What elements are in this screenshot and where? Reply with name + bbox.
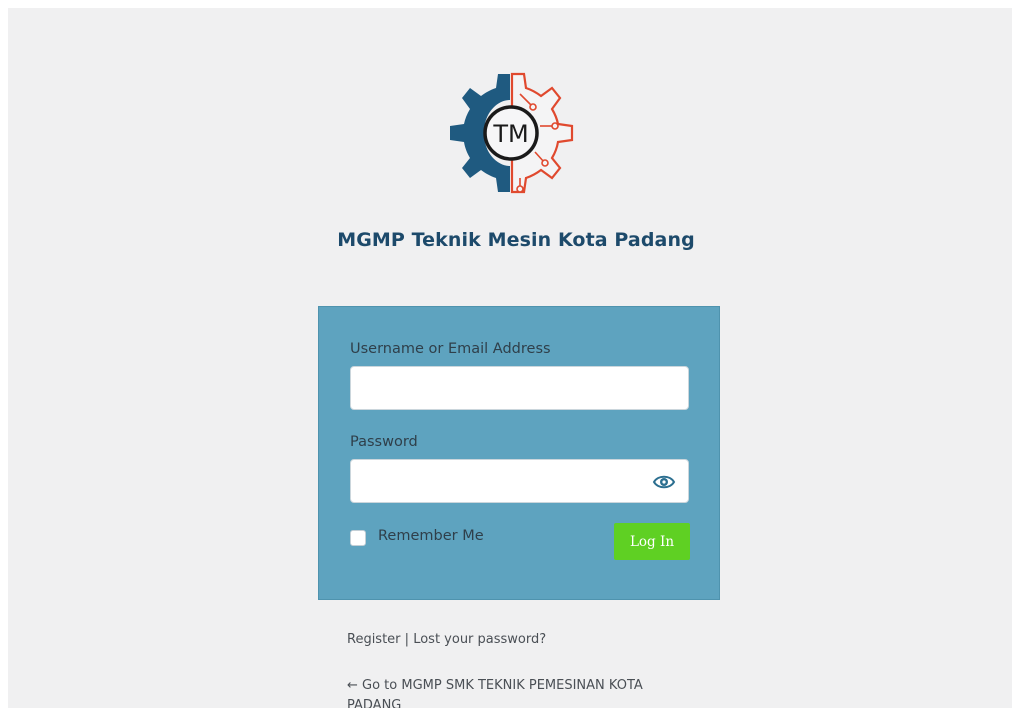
- link-separator: |: [404, 632, 410, 647]
- site-logo[interactable]: TM MGMP Teknik Mesin Kota Padang: [8, 8, 1012, 278]
- remember-me-checkbox[interactable]: [350, 530, 366, 546]
- lost-password-link[interactable]: Lost your password?: [413, 632, 546, 647]
- eye-icon[interactable]: [652, 472, 676, 492]
- back-to-site-link[interactable]: ← Go to MGMP SMK TEKNIK PEMESINAN KOTA P…: [347, 676, 687, 708]
- remember-me-label[interactable]: Remember Me: [378, 528, 484, 544]
- password-label: Password: [350, 434, 418, 450]
- register-link[interactable]: Register: [347, 632, 401, 647]
- gear-logo-icon: TM: [450, 72, 574, 194]
- username-label: Username or Email Address: [350, 341, 551, 357]
- password-input[interactable]: [350, 459, 689, 503]
- username-input[interactable]: [350, 366, 689, 410]
- login-page: TM MGMP Teknik Mesin Kota Padang Usernam…: [8, 8, 1012, 708]
- login-form: Username or Email Address Password Remem…: [318, 306, 720, 600]
- svg-text:TM: TM: [492, 120, 528, 148]
- site-title: MGMP Teknik Mesin Kota Padang: [337, 229, 695, 251]
- log-in-button[interactable]: Log In: [614, 523, 690, 560]
- nav-links: Register | Lost your password?: [347, 632, 546, 647]
